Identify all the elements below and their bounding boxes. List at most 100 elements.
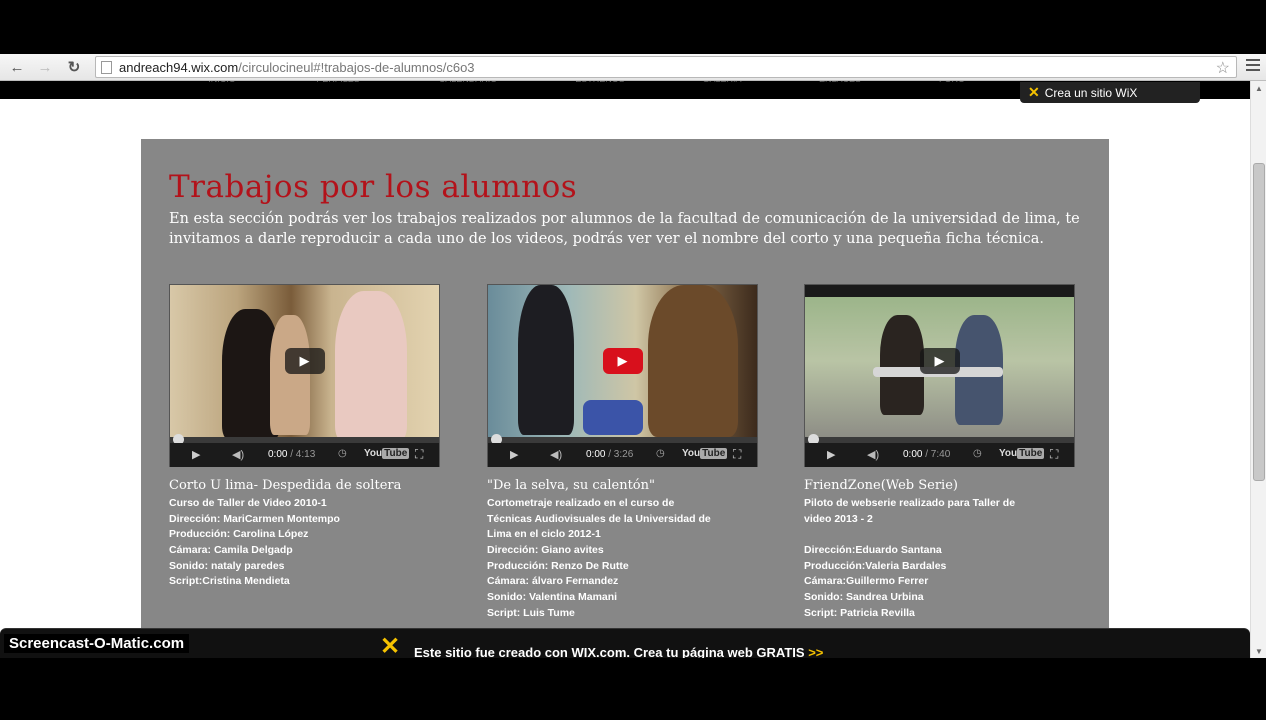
credit-line: Producción: Carolina López (169, 528, 309, 541)
wix-logo-icon: ✕ (1028, 84, 1040, 100)
back-arrow-icon[interactable]: ← (6, 57, 28, 77)
site-nav-item[interactable]: PERFILES (308, 81, 368, 86)
time-display: 0:00 / 3:26 (586, 449, 633, 460)
credit-line: Piloto de webserie realizado para Taller… (804, 497, 1016, 509)
site-nav-item[interactable]: GALERIA (692, 81, 752, 86)
site-nav-item[interactable]: FORO (922, 81, 982, 86)
credit-line: Dirección: Giano avites (487, 544, 604, 557)
credit-line: Cámara: álvaro Fernandez (487, 575, 619, 588)
credit-line: Cámara:Guillermo Ferrer (804, 575, 929, 588)
credit-line: Script:Cristina Mendieta (169, 575, 290, 588)
video-credits: Curso de Taller de Video 2010-1 Direcció… (169, 496, 440, 590)
video-card-3: ▶ ▶ ◀) 0:00 / 7:40 ◷ You Tube ⛶ FriendZon… (804, 284, 1075, 622)
site-nav-item[interactable]: CALENDARIO (438, 81, 498, 86)
credit-line: Técnicas Audiovisuales de la Universidad… (487, 512, 711, 525)
credit-line: Sonido: Sandrea Urbina (804, 591, 924, 604)
play-icon[interactable]: ▶ (602, 348, 643, 374)
site-nav-item[interactable]: ENLACES (810, 81, 870, 86)
current-time: 0:00 (268, 449, 288, 460)
scroll-down-icon[interactable]: ▼ (1255, 647, 1263, 656)
credit-line: Lima en el ciclo 2012-1 (487, 528, 601, 541)
video-card-1: ▶ ▶ ◀) 0:00 / 4:13 ◷ You Tube ⛶ Corto U l… (169, 284, 440, 590)
duration: / 4:13 (290, 449, 316, 460)
time-display: 0:00 / 7:40 (903, 449, 950, 460)
video-credits: Cortometraje realizado en el curso de Té… (487, 496, 758, 622)
youtube-logo[interactable]: You Tube (999, 448, 1045, 459)
forward-arrow-icon[interactable]: → (34, 57, 56, 77)
play-icon[interactable]: ▶ (827, 448, 835, 461)
play-icon[interactable]: ▶ (284, 348, 325, 374)
wix-logo-icon: ✕ (380, 633, 401, 658)
site-nav-item[interactable]: INICIO (192, 81, 252, 86)
bookmark-star-icon[interactable]: ☆ (1216, 58, 1230, 78)
credit-line: Producción: Renzo De Rutte (487, 559, 629, 572)
site-nav-item[interactable]: ESTRENOS (570, 81, 630, 86)
credit-line: Dirección: MariCarmen Montempo (169, 512, 340, 525)
video-thumbnail[interactable]: ▶ (488, 285, 757, 437)
video-thumbnail[interactable]: ▶ (805, 285, 1074, 437)
duration: / 7:40 (925, 449, 951, 460)
video-player[interactable]: ▶ ▶ ◀) 0:00 / 3:26 ◷ You Tube ⛶ (487, 284, 758, 467)
credit-line (804, 527, 1075, 543)
youtube-logo[interactable]: You Tube (682, 448, 728, 459)
current-time: 0:00 (586, 449, 606, 460)
video-player[interactable]: ▶ ▶ ◀) 0:00 / 4:13 ◷ You Tube ⛶ (169, 284, 440, 467)
video-credits: Piloto de webserie realizado para Taller… (804, 496, 1075, 622)
volume-icon[interactable]: ◀) (232, 448, 244, 461)
scrollbar-thumb[interactable] (1253, 163, 1265, 481)
play-icon[interactable]: ▶ (510, 448, 518, 461)
watch-later-icon[interactable]: ◷ (656, 448, 665, 459)
video-player[interactable]: ▶ ▶ ◀) 0:00 / 7:40 ◷ You Tube ⛶ (804, 284, 1075, 467)
url-path: /circulocineul#!trabajos-de-alumnos/c6o3 (238, 60, 475, 75)
credit-line: Script: Patricia Revilla (804, 606, 915, 619)
wix-banner-arrows: >> (808, 645, 824, 658)
time-display: 0:00 / 4:13 (268, 449, 315, 460)
wix-banner-text[interactable]: Este sitio fue creado con WIX.com. Crea … (414, 645, 823, 658)
url-text[interactable]: andreach94.wix.com/circulocineul#!trabaj… (119, 60, 475, 75)
wix-create-badge[interactable]: ✕ Crea un sitio WiX (1020, 82, 1200, 103)
player-controls: ▶ ◀) 0:00 / 7:40 ◷ You Tube ⛶ (805, 443, 1074, 467)
credit-line: video 2013 - 2 (804, 512, 873, 525)
duration: / 3:26 (608, 449, 634, 460)
credit-line: Cortometraje realizado en el curso de (487, 497, 675, 509)
volume-icon[interactable]: ◀) (867, 448, 879, 461)
vertical-scrollbar[interactable]: ▲ ▼ (1250, 81, 1266, 658)
credit-line: Script: Luis Tume (487, 606, 575, 619)
current-time: 0:00 (903, 449, 923, 460)
browser-menu-icon[interactable] (1246, 59, 1260, 73)
browser-window: ← → ↻ andreach94.wix.com/circulocineul#!… (0, 54, 1266, 658)
play-icon[interactable]: ▶ (919, 348, 960, 374)
browser-toolbar: ← → ↻ andreach94.wix.com/circulocineul#!… (0, 54, 1266, 81)
play-icon[interactable]: ▶ (192, 448, 200, 461)
page-icon (101, 61, 112, 74)
watch-later-icon[interactable]: ◷ (973, 448, 982, 459)
video-card-2: ▶ ▶ ◀) 0:00 / 3:26 ◷ You Tube ⛶ "De la se… (487, 284, 758, 622)
screencast-watermark: Screencast-O-Matic.com (4, 634, 190, 653)
video-thumbnail[interactable]: ▶ (170, 285, 439, 437)
video-title: "De la selva, su calentón" (487, 478, 655, 493)
credit-line: Producción:Valeria Bardales (804, 559, 947, 572)
credit-line: Cámara: Camila Delgadp (169, 544, 293, 557)
credit-line: Dirección:Eduardo Santana (804, 544, 942, 557)
video-title: Corto U lima- Despedida de soltera (169, 478, 402, 493)
screen-top-bar (0, 0, 1266, 54)
video-title: FriendZone(Web Serie) (804, 478, 958, 493)
fullscreen-icon[interactable]: ⛶ (415, 447, 423, 462)
player-controls: ▶ ◀) 0:00 / 3:26 ◷ You Tube ⛶ (488, 443, 757, 467)
volume-icon[interactable]: ◀) (550, 448, 562, 461)
reload-icon[interactable]: ↻ (63, 57, 85, 77)
wix-badge-label: Crea un sitio WiX (1044, 85, 1138, 100)
address-bar[interactable]: andreach94.wix.com/circulocineul#!trabaj… (95, 56, 1237, 78)
youtube-logo[interactable]: You Tube (364, 448, 410, 459)
scroll-up-icon[interactable]: ▲ (1255, 84, 1263, 93)
player-controls: ▶ ◀) 0:00 / 4:13 ◷ You Tube ⛶ (170, 443, 439, 467)
watch-later-icon[interactable]: ◷ (338, 448, 347, 459)
credit-line: Sonido: Valentina Mamani (487, 591, 618, 604)
content-panel: Trabajos por los alumnos En esta sección… (141, 139, 1109, 639)
credit-line: Sonido: nataly paredes (169, 559, 285, 572)
section-intro: En esta sección podrás ver los trabajos … (169, 211, 1080, 247)
fullscreen-icon[interactable]: ⛶ (1050, 447, 1058, 462)
page-title: Trabajos por los alumnos (169, 169, 578, 205)
credit-line: Curso de Taller de Video 2010-1 (169, 497, 327, 509)
fullscreen-icon[interactable]: ⛶ (733, 447, 741, 462)
